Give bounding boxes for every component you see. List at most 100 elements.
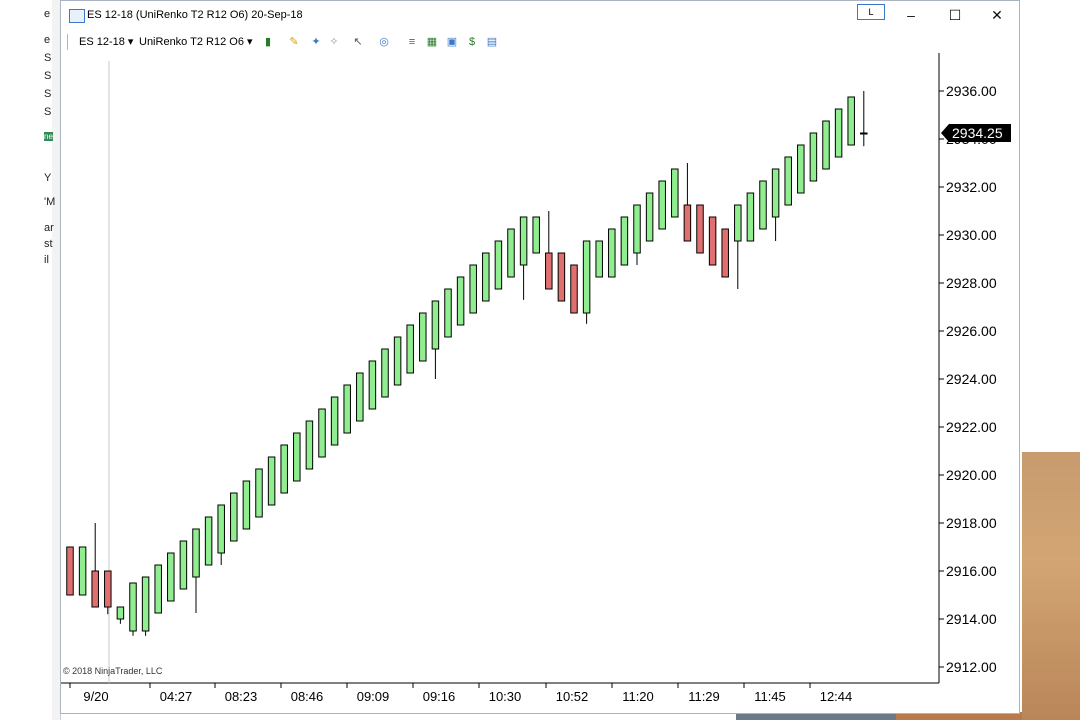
y-tick-label: 2932.00 — [946, 179, 997, 195]
zoom-icon[interactable]: ◎ — [377, 35, 391, 49]
candle-up — [834, 108, 843, 158]
candle-up — [242, 480, 251, 530]
candle-up — [595, 240, 603, 278]
x-tick-label: 08:46 — [291, 689, 324, 704]
x-tick-label: 12:44 — [820, 689, 853, 704]
maximize-button[interactable]: ☐ — [935, 5, 975, 25]
data-box-icon[interactable]: ▦ — [425, 35, 439, 49]
candle-up — [494, 240, 503, 290]
candle-up — [847, 96, 855, 146]
y-tick-label: 2924.00 — [946, 371, 997, 387]
chart-panel[interactable]: 2912.00 2914.00 2916.00 2918.00 2920.00 2922.… — [61, 53, 1019, 713]
candle-up — [179, 540, 188, 590]
candle-down — [91, 570, 99, 608]
pointer-icon[interactable]: ↖ — [351, 35, 365, 49]
close-button[interactable]: ✕ — [977, 5, 1017, 25]
background-fragment: il — [44, 254, 49, 266]
candle-up — [608, 228, 616, 278]
x-tick-label: 9/20 — [83, 689, 108, 704]
window-title: ES 12-18 (UniRenko T2 R12 O6) 20-Sep-18 — [87, 9, 303, 21]
candle-up — [797, 144, 805, 194]
minimize-button[interactable]: – — [891, 5, 931, 25]
candle-up — [645, 192, 654, 242]
candle-up — [129, 582, 137, 632]
candle-up — [167, 552, 175, 602]
background-fragment: S — [44, 106, 52, 118]
candle-up — [482, 252, 490, 302]
chart-style-icon[interactable]: ▮ — [261, 35, 275, 49]
candle-up — [154, 564, 162, 614]
candle-up — [671, 168, 679, 218]
candle-up — [293, 432, 301, 482]
strategy-icon[interactable]: ✦ — [309, 35, 323, 49]
background-fragment: S — [44, 88, 52, 100]
candle-up — [393, 336, 402, 386]
candle-up — [230, 492, 238, 542]
layout-icon[interactable]: ▤ — [485, 35, 499, 49]
candle-up — [456, 276, 465, 326]
background-fragment: e — [44, 34, 51, 46]
properties-icon[interactable]: ≡ — [405, 35, 419, 49]
chart-toolbar: ES 12-18 ▾ UniRenko T2 R12 O6 ▾ ▮ ✎ ✦ ✧ … — [61, 31, 1019, 53]
title-bar[interactable]: ES 12-18 (UniRenko T2 R12 O6) 20-Sep-18 … — [61, 1, 1019, 31]
candle-up — [469, 264, 477, 314]
candle-up — [204, 516, 213, 566]
candle-down — [545, 252, 553, 290]
x-tick-label: 08:23 — [225, 689, 258, 704]
candle-up — [280, 444, 288, 494]
candle-up — [305, 420, 314, 470]
x-tick-label: 10:52 — [556, 689, 589, 704]
candle-up — [406, 324, 414, 374]
x-tick-label: 11:29 — [688, 689, 720, 704]
candle-down — [557, 252, 566, 302]
candle-up — [368, 360, 377, 410]
y-tick-label: 2918.00 — [946, 515, 997, 531]
x-tick-label: 09:09 — [357, 689, 390, 704]
background-fragment: ne — [44, 132, 53, 141]
candle-up — [860, 132, 868, 135]
candle-up — [532, 216, 540, 254]
y-tick-label: 2920.00 — [946, 467, 997, 483]
candle-up — [809, 132, 818, 182]
y-tick-label: 2916.00 — [946, 563, 997, 579]
bar-type-selector[interactable]: UniRenko T2 R12 O6 ▾ — [139, 35, 253, 48]
indicator-icon[interactable]: ✧ — [327, 35, 341, 49]
desktop-wallpaper — [1022, 452, 1080, 720]
candle-up — [734, 204, 742, 242]
candle-up — [192, 528, 200, 578]
candle-down — [708, 216, 717, 266]
candle-up — [658, 180, 666, 230]
candle-up — [633, 204, 641, 254]
background-fragment: Y — [44, 172, 52, 184]
dollar-icon[interactable]: $ — [465, 35, 479, 49]
candle-up — [771, 168, 780, 218]
background-fragment: S — [44, 52, 52, 64]
price-chart[interactable]: 2912.00 2914.00 2916.00 2918.00 2920.00 2922.… — [61, 53, 1019, 713]
candle-up — [318, 408, 326, 458]
background-fragment: st — [44, 238, 53, 250]
link-button[interactable]: L — [857, 4, 885, 20]
candle-up — [343, 384, 351, 434]
candle-up — [356, 372, 364, 422]
current-price-label: 2934.25 — [952, 125, 1003, 141]
candle-up — [444, 288, 452, 338]
y-tick-label: 2912.00 — [946, 659, 997, 675]
candle-up — [141, 576, 150, 632]
candle-up — [822, 120, 830, 170]
candle-down — [570, 264, 578, 314]
candle-up — [620, 216, 629, 266]
candle-up — [217, 504, 225, 554]
toolbar-grip — [67, 34, 68, 50]
candle-up — [330, 396, 339, 446]
drawing-tool-icon[interactable]: ✎ — [287, 35, 301, 49]
y-tick-label: 2914.00 — [946, 611, 997, 627]
y-tick-label: 2926.00 — [946, 323, 997, 339]
screenshot-icon[interactable]: ▣ — [445, 35, 459, 49]
instrument-selector[interactable]: ES 12-18 ▾ — [79, 35, 133, 48]
copyright-label: © 2018 NinjaTrader, LLC — [63, 666, 163, 676]
x-tick-label: 10:30 — [489, 689, 522, 704]
y-tick-label: 2936.00 — [946, 83, 997, 99]
candle-up — [507, 228, 515, 278]
background-fragment: ar — [44, 222, 54, 234]
candle-up — [116, 606, 125, 620]
